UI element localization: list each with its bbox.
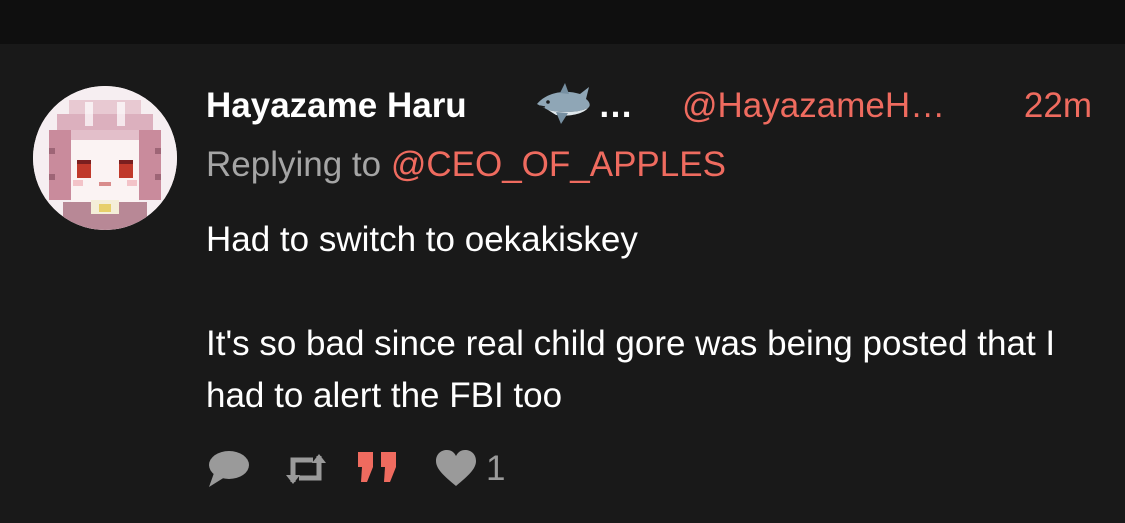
heart-icon — [436, 450, 476, 486]
replying-to-label: Replying to — [206, 145, 391, 184]
retweet-icon — [286, 454, 326, 484]
retweet-button[interactable] — [284, 448, 328, 490]
like-button[interactable]: 1 — [434, 448, 505, 490]
reply-button[interactable] — [206, 448, 250, 490]
tweet[interactable]: Hayazame Haru … @HayazameH… 22m Replying… — [0, 44, 1125, 523]
replying-to-handle[interactable]: @CEO_OF_APPLES — [391, 145, 726, 184]
replying-to: Replying to @CEO_OF_APPLES — [206, 145, 726, 185]
quote-button[interactable] — [356, 448, 400, 490]
shark-icon — [534, 80, 594, 130]
timestamp[interactable]: 22m — [1024, 86, 1092, 126]
quote-icon — [358, 452, 396, 482]
avatar[interactable] — [33, 86, 177, 230]
tweet-header: Hayazame Haru … @HayazameH… 22m — [206, 80, 1096, 130]
speech-bubble-icon — [209, 451, 249, 487]
user-handle[interactable]: @HayazameH… — [682, 86, 945, 126]
action-bar: 1 — [206, 448, 606, 490]
display-name[interactable]: Hayazame Haru — [206, 86, 467, 126]
name-ellipsis: … — [598, 86, 633, 125]
like-count: 1 — [486, 449, 506, 488]
tweet-body: Had to switch to oekakiskey It's so bad … — [206, 220, 1056, 415]
top-bar — [0, 0, 1125, 44]
avatar-image — [33, 86, 177, 230]
